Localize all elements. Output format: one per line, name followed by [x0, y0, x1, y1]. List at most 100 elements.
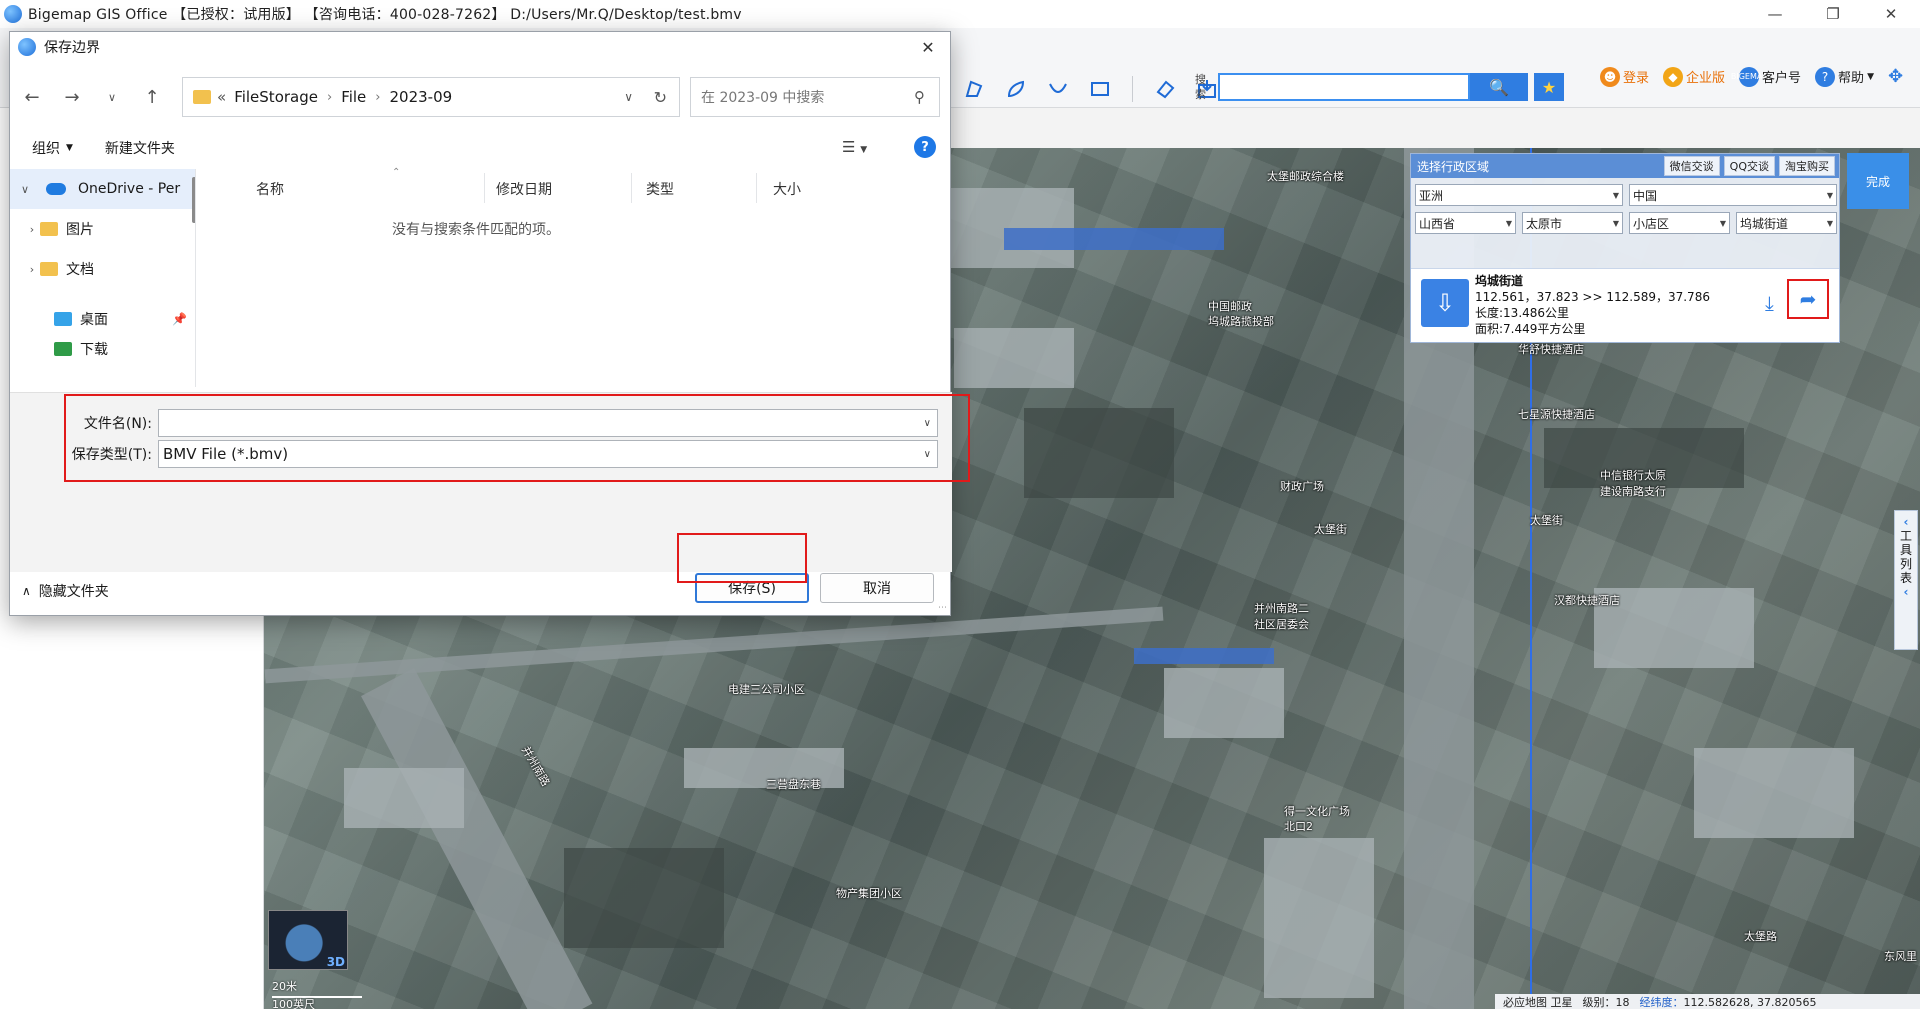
wechat-link[interactable]: 微信交谈 [1663, 156, 1720, 176]
column-divider[interactable] [631, 173, 632, 203]
close-app-button[interactable]: ✕ [1862, 0, 1920, 28]
taobao-link[interactable]: 淘宝购买 [1779, 156, 1835, 176]
top-links: ☻ 登录 ◆ 企业版 BIGEMAP 客户号 ? 帮助 ▼ ✥ [1600, 66, 1903, 87]
restore-button[interactable]: ❐ [1804, 0, 1862, 28]
tree-item-onedrive[interactable]: ∨ OneDrive - Per [10, 169, 195, 209]
city-select[interactable]: 太原市 ▼ [1522, 212, 1623, 234]
help-icon[interactable]: ? [914, 136, 936, 158]
login-link[interactable]: ☻ 登录 [1600, 66, 1649, 87]
tree-item-downloads[interactable]: 下载 [10, 339, 195, 359]
column-divider[interactable] [756, 173, 757, 203]
map-label: 社区居委会 [1254, 618, 1309, 631]
region-info-text: 坞城街道 112.561，37.823 >> 112.589，37.786 长度… [1475, 269, 1710, 342]
breadcrumb-item[interactable]: File [341, 88, 366, 106]
street-select[interactable]: 坞城街道 ▼ [1736, 212, 1837, 234]
column-name[interactable]: 名称 [256, 179, 284, 199]
continent-select[interactable]: 亚洲 ▼ [1415, 184, 1623, 206]
view-options-icon[interactable]: ☰ ▼ [842, 138, 867, 156]
folder-icon [40, 262, 58, 276]
district-select[interactable]: 小店区 ▼ [1629, 212, 1730, 234]
navigation-tree: ∨ OneDrive - Per › 图片 › 文档 桌面 📌 下载 [10, 169, 196, 387]
recent-dropdown-icon[interactable]: ∨ [94, 79, 130, 115]
map-building [1134, 648, 1274, 664]
map-label: 物产集团小区 [836, 887, 902, 900]
help-label: 帮助 [1838, 71, 1865, 86]
desktop-icon [54, 312, 72, 326]
coords-value: 112.582628, 37.820565 [1683, 995, 1817, 1009]
province-select[interactable]: 山西省 ▼ [1415, 212, 1516, 234]
back-arrow-icon[interactable]: ← [14, 79, 50, 115]
refresh-icon[interactable]: ↻ [654, 88, 667, 107]
column-divider[interactable] [484, 173, 485, 203]
column-date[interactable]: 修改日期 [496, 179, 552, 199]
bigemap-logo-icon: BIGEMAP [1731, 66, 1767, 87]
mini-globe-3d[interactable]: 3D [268, 910, 348, 970]
folder-search-input[interactable]: 在 2023-09 中搜索 ⚲ [690, 77, 940, 117]
address-bar[interactable]: « FileStorage › File › 2023-09 ∨ ↻ [182, 77, 680, 117]
customer-link[interactable]: BIGEMAP 客户号 [1731, 66, 1801, 87]
status-bar: 必应地图 卫星 级别：18 经纬度：112.582628, 37.820565 [1495, 994, 1920, 1009]
level-label: 级别： [1582, 995, 1616, 1009]
file-list-header: 名称 ⌃ 修改日期 类型 大小 [206, 167, 952, 207]
download-region-icon[interactable]: ⇩ [1421, 279, 1469, 327]
dialog-close-button[interactable]: ✕ [914, 36, 942, 58]
map-label: 建设南路支行 [1600, 485, 1666, 498]
help-link[interactable]: ? 帮助 ▼ [1815, 66, 1874, 87]
region-length: 长度:13.486公里 [1475, 306, 1570, 320]
app-titlebar: Bigemap GIS Office 【已授权：试用版】 【咨询电话：400-0… [0, 0, 1920, 28]
organize-label: 组织 [32, 141, 60, 157]
column-size[interactable]: 大小 [773, 179, 801, 199]
export-boundary-button[interactable]: ➦ [1787, 279, 1829, 319]
hide-folders-toggle[interactable]: ∧ 隐藏文件夹 [22, 581, 109, 601]
draw-rectangle-icon[interactable] [1086, 77, 1114, 101]
search-button[interactable]: 🔍 [1470, 73, 1528, 101]
chevron-right-icon[interactable]: › [10, 223, 40, 236]
resize-grip-icon[interactable]: ⋯ [938, 603, 947, 613]
column-type[interactable]: 类型 [646, 179, 674, 199]
qq-link[interactable]: QQ交谈 [1723, 156, 1775, 176]
chevron-down-icon: ▼ [1612, 190, 1619, 200]
sort-up-icon: ⌃ [392, 167, 401, 178]
tree-item-label: 下载 [80, 342, 108, 358]
favorite-button[interactable]: ★ [1534, 73, 1564, 101]
new-folder-button[interactable]: 新建文件夹 [95, 138, 185, 158]
draw-freehand-icon[interactable] [1044, 77, 1072, 101]
eraser-icon[interactable] [1151, 77, 1179, 101]
hide-folders-label: 隐藏文件夹 [38, 584, 109, 600]
dialog-command-bar: 组织 ▼ 新建文件夹 ☰ ▼ ? [10, 130, 952, 166]
organize-menu[interactable]: 组织 ▼ [22, 138, 83, 158]
finish-button[interactable]: 完成 [1847, 153, 1909, 209]
chevron-right-icon[interactable]: › [10, 263, 40, 276]
draw-tools [960, 76, 1221, 102]
coords-label: 经纬度： [1639, 995, 1684, 1009]
chevron-down-icon[interactable]: ∨ [624, 90, 633, 104]
breadcrumb-item[interactable]: 2023-09 [390, 88, 453, 106]
tree-item-pictures[interactable]: › 图片 [10, 209, 195, 249]
chevron-down-icon: ▼ [1826, 190, 1833, 200]
draw-polygon-icon[interactable] [960, 77, 988, 101]
cancel-button[interactable]: 取消 [820, 573, 934, 603]
tree-scrollbar[interactable] [192, 177, 195, 223]
pan-icon[interactable]: ✥ [1888, 66, 1903, 87]
pin-icon[interactable]: 📌 [172, 312, 187, 326]
tree-item-desktop[interactable]: 桌面 📌 [10, 299, 195, 339]
tree-item-documents[interactable]: › 文档 [10, 249, 195, 289]
chevron-down-icon[interactable]: ∨ [10, 183, 40, 196]
map-building [1694, 748, 1854, 838]
minimize-button[interactable]: — [1746, 0, 1804, 28]
toolbar-divider [1132, 76, 1133, 102]
search-input[interactable] [1218, 73, 1470, 101]
enterprise-link[interactable]: ◆ 企业版 [1663, 66, 1725, 87]
forward-arrow-icon[interactable]: → [54, 79, 90, 115]
breadcrumb-item[interactable]: FileStorage [234, 88, 318, 106]
country-select[interactable]: 中国 ▼ [1629, 184, 1837, 206]
label-3d: 3D [326, 955, 345, 969]
tools-label-char: 工 [1899, 529, 1912, 543]
breadcrumb-overflow[interactable]: « [217, 88, 226, 106]
up-arrow-icon[interactable]: ↑ [134, 79, 170, 115]
app-logo-icon [18, 38, 36, 56]
tools-list-toggle[interactable]: ‹ 工 具 列 表 ‹ [1894, 510, 1918, 650]
download-icon[interactable]: ⤓ [1765, 291, 1774, 315]
draw-curve-icon[interactable] [1002, 77, 1030, 101]
map-label: 东风里 [1884, 950, 1917, 963]
